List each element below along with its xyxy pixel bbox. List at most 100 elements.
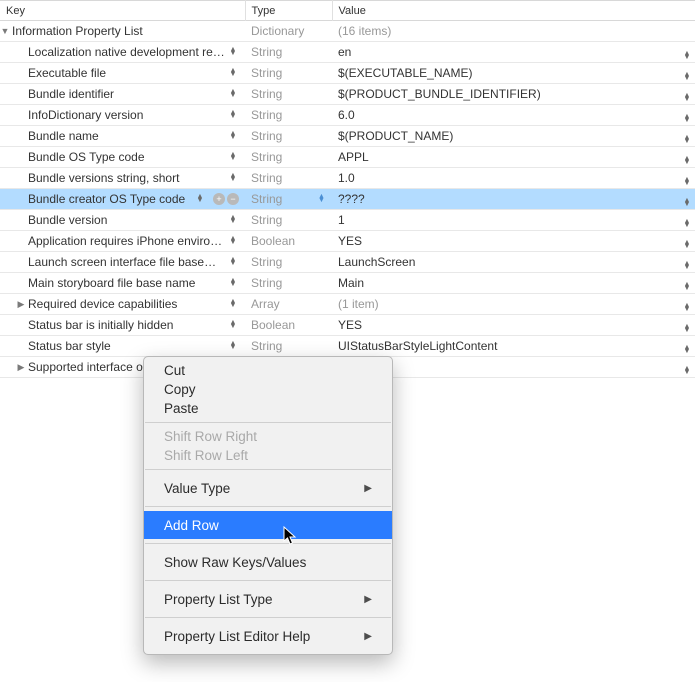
key-cell[interactable]: Localization native development re… xyxy=(0,42,245,63)
stepper-icon[interactable] xyxy=(683,115,691,123)
type-cell[interactable]: String xyxy=(245,147,332,168)
menu-cut[interactable]: Cut xyxy=(144,361,392,380)
plist-table[interactable]: Key Type Value Information Property List… xyxy=(0,0,695,378)
key-cell[interactable]: Status bar style xyxy=(0,336,245,357)
key-cell[interactable]: Executable file xyxy=(0,63,245,84)
stepper-icon[interactable] xyxy=(683,241,691,249)
value-cell[interactable]: UIStatusBarStyleLightContent xyxy=(332,336,681,357)
disclosure-right-icon[interactable] xyxy=(16,362,26,373)
type-cell[interactable]: String xyxy=(245,105,332,126)
table-row[interactable]: Status bar is initially hiddenBooleanYES xyxy=(0,315,695,336)
stepper-icon[interactable] xyxy=(229,90,237,98)
type-cell[interactable]: String xyxy=(245,252,332,273)
stepper-icon[interactable] xyxy=(196,195,204,203)
type-cell[interactable]: String xyxy=(245,42,332,63)
stepper-icon[interactable] xyxy=(683,157,691,165)
type-cell[interactable]: String xyxy=(245,336,332,357)
menu-value-type[interactable]: Value Type ▶ xyxy=(144,474,392,502)
stepper-icon[interactable] xyxy=(683,346,691,354)
table-row[interactable]: Required device capabilitiesArray(1 item… xyxy=(0,294,695,315)
type-cell[interactable]: Boolean xyxy=(245,231,332,252)
type-cell[interactable]: Dictionary xyxy=(245,21,332,42)
stepper-icon[interactable] xyxy=(229,279,237,287)
value-cell[interactable]: Main xyxy=(332,273,681,294)
table-row[interactable]: Localization native development re…Strin… xyxy=(0,42,695,63)
stepper-icon[interactable] xyxy=(683,367,691,375)
stepper-icon[interactable] xyxy=(683,52,691,60)
table-row[interactable]: Executable fileString$(EXECUTABLE_NAME) xyxy=(0,63,695,84)
type-cell[interactable]: String xyxy=(245,168,332,189)
menu-plist-type[interactable]: Property List Type ▶ xyxy=(144,585,392,613)
disclosure-right-icon[interactable] xyxy=(16,299,26,310)
table-row[interactable]: InfoDictionary versionString6.0 xyxy=(0,105,695,126)
table-row[interactable]: Bundle versions string, shortString1.0 xyxy=(0,168,695,189)
stepper-icon[interactable] xyxy=(318,195,326,203)
key-cell[interactable]: Bundle version xyxy=(0,210,245,231)
key-cell[interactable]: Launch screen interface file base… xyxy=(0,252,245,273)
key-cell[interactable]: Main storyboard file base name xyxy=(0,273,245,294)
value-cell[interactable]: 1.0 xyxy=(332,168,681,189)
key-cell[interactable]: Bundle name xyxy=(0,126,245,147)
table-row[interactable]: Main storyboard file base nameStringMain xyxy=(0,273,695,294)
stepper-icon[interactable] xyxy=(683,73,691,81)
stepper-icon[interactable] xyxy=(229,48,237,56)
add-button[interactable]: + xyxy=(213,193,225,205)
key-cell[interactable]: Bundle OS Type code xyxy=(0,147,245,168)
stepper-icon[interactable] xyxy=(683,136,691,144)
remove-button[interactable]: − xyxy=(227,193,239,205)
table-row[interactable]: Bundle OS Type codeStringAPPL xyxy=(0,147,695,168)
header-key[interactable]: Key xyxy=(0,1,245,21)
key-cell[interactable]: Status bar is initially hidden xyxy=(0,315,245,336)
value-cell[interactable]: (1 item) xyxy=(332,294,681,315)
table-row[interactable]: Bundle nameString$(PRODUCT_NAME) xyxy=(0,126,695,147)
value-cell[interactable]: 1 xyxy=(332,210,681,231)
value-cell[interactable]: $(EXECUTABLE_NAME) xyxy=(332,63,681,84)
value-cell[interactable]: en xyxy=(332,42,681,63)
type-cell[interactable]: String xyxy=(245,63,332,84)
stepper-icon[interactable] xyxy=(229,153,237,161)
stepper-icon[interactable] xyxy=(683,178,691,186)
menu-copy[interactable]: Copy xyxy=(144,380,392,399)
menu-add-row[interactable]: Add Row xyxy=(144,511,392,539)
stepper-icon[interactable] xyxy=(229,174,237,182)
stepper-icon[interactable] xyxy=(229,321,237,329)
type-cell[interactable]: String xyxy=(245,273,332,294)
type-cell[interactable]: Boolean xyxy=(245,315,332,336)
stepper-icon[interactable] xyxy=(229,216,237,224)
value-cell[interactable]: ???? xyxy=(332,189,681,210)
type-cell[interactable]: Array xyxy=(245,294,332,315)
value-cell[interactable]: YES xyxy=(332,315,681,336)
table-row[interactable]: Launch screen interface file base…String… xyxy=(0,252,695,273)
stepper-icon[interactable] xyxy=(683,283,691,291)
stepper-icon[interactable] xyxy=(229,69,237,77)
stepper-icon[interactable] xyxy=(683,325,691,333)
value-cell[interactable]: YES xyxy=(332,231,681,252)
table-row[interactable]: Application requires iPhone enviro…Boole… xyxy=(0,231,695,252)
key-cell[interactable]: Information Property List xyxy=(0,21,245,42)
context-menu[interactable]: Cut Copy Paste Shift Row Right Shift Row… xyxy=(143,356,393,655)
key-cell[interactable]: Bundle versions string, short xyxy=(0,168,245,189)
table-row[interactable]: Bundle versionString1 xyxy=(0,210,695,231)
key-cell[interactable]: Application requires iPhone enviro… xyxy=(0,231,245,252)
table-row[interactable]: Information Property ListDictionary(16 i… xyxy=(0,21,695,42)
key-cell[interactable]: InfoDictionary version xyxy=(0,105,245,126)
stepper-icon[interactable] xyxy=(683,262,691,270)
stepper-icon[interactable] xyxy=(683,94,691,102)
menu-show-raw[interactable]: Show Raw Keys/Values xyxy=(144,548,392,576)
type-cell[interactable]: String xyxy=(245,189,332,210)
header-type[interactable]: Type xyxy=(245,1,332,21)
type-cell[interactable]: String xyxy=(245,210,332,231)
value-cell[interactable]: APPL xyxy=(332,147,681,168)
disclosure-down-icon[interactable] xyxy=(0,26,10,36)
value-cell[interactable]: 6.0 xyxy=(332,105,681,126)
stepper-icon[interactable] xyxy=(683,220,691,228)
key-cell[interactable]: Bundle creator OS Type code+− xyxy=(0,189,245,210)
stepper-icon[interactable] xyxy=(683,304,691,312)
stepper-icon[interactable] xyxy=(229,237,237,245)
menu-help[interactable]: Property List Editor Help ▶ xyxy=(144,622,392,650)
stepper-icon[interactable] xyxy=(229,342,237,350)
stepper-icon[interactable] xyxy=(683,199,691,207)
value-cell[interactable]: (16 items) xyxy=(332,21,681,42)
stepper-icon[interactable] xyxy=(229,258,237,266)
stepper-icon[interactable] xyxy=(229,300,237,308)
